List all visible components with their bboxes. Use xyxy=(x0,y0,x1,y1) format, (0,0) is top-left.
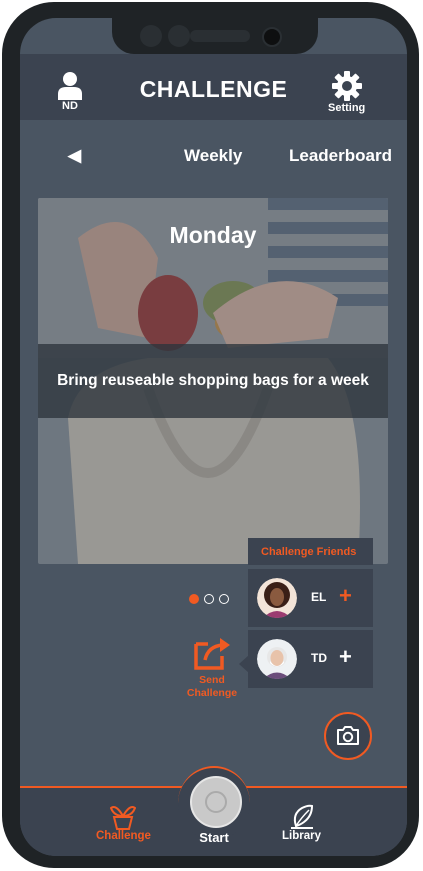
challenge-nav: ◀ Weekly Leaderboard xyxy=(20,142,407,172)
send-label-line1: Send xyxy=(199,674,225,686)
tab-challenge[interactable]: Challenge xyxy=(96,802,151,842)
challenge-friends-panel: Challenge Friends EL + TD + xyxy=(248,538,373,688)
page-dot[interactable] xyxy=(204,594,214,604)
page-indicator xyxy=(189,594,229,604)
start-button[interactable] xyxy=(190,776,242,828)
tab-library[interactable]: Library xyxy=(282,802,321,842)
page-dot[interactable] xyxy=(189,594,199,604)
friend-initials: TD xyxy=(311,651,327,665)
back-arrow-icon[interactable]: ◀ xyxy=(68,146,81,166)
challenge-card[interactable]: Monday Bring reuseable shopping bags for… xyxy=(38,198,388,564)
app-screen: ND CHALLENGE Setting ◀ Weekly Leaderboar… xyxy=(20,18,407,856)
phone-notch xyxy=(112,18,318,54)
avatar xyxy=(257,578,297,618)
start-label: Start xyxy=(199,830,229,845)
settings-button[interactable]: Setting xyxy=(328,70,365,114)
tab-weekly[interactable]: Weekly xyxy=(184,146,242,166)
gear-icon xyxy=(331,71,362,101)
plant-pot-icon xyxy=(110,806,137,830)
tab-leaderboard[interactable]: Leaderboard xyxy=(289,146,392,166)
share-icon xyxy=(194,638,230,670)
tab-library-label: Library xyxy=(282,830,321,842)
challenge-day: Monday xyxy=(169,222,257,248)
add-friend-button[interactable]: + xyxy=(339,583,352,609)
settings-label: Setting xyxy=(328,102,366,114)
phone-frame: ND CHALLENGE Setting ◀ Weekly Leaderboar… xyxy=(2,2,419,868)
front-camera-icon xyxy=(262,27,282,47)
camera-button[interactable] xyxy=(324,712,372,760)
friend-row[interactable]: EL + xyxy=(248,569,373,627)
camera-icon xyxy=(337,726,359,745)
page-dot[interactable] xyxy=(219,594,229,604)
challenge-description: Bring reuseable shopping bags for a week xyxy=(57,372,369,389)
avatar xyxy=(257,639,297,679)
friend-row[interactable]: TD + xyxy=(248,630,373,688)
library-leaf-icon xyxy=(290,804,313,829)
speaker-icon xyxy=(190,30,250,42)
add-friend-button[interactable]: + xyxy=(339,644,352,670)
top-bar: ND CHALLENGE Setting xyxy=(20,54,407,120)
tab-challenge-label: Challenge xyxy=(96,830,151,842)
friends-panel-title: Challenge Friends xyxy=(248,538,373,565)
send-label-line2: Challenge xyxy=(186,687,238,699)
sensor-icon xyxy=(168,25,190,47)
challenge-text-band: Bring reuseable shopping bags for a week xyxy=(38,344,388,418)
sensor-icon xyxy=(140,25,162,47)
friend-initials: EL xyxy=(311,590,327,604)
send-challenge-button[interactable]: Send Challenge xyxy=(180,636,244,700)
